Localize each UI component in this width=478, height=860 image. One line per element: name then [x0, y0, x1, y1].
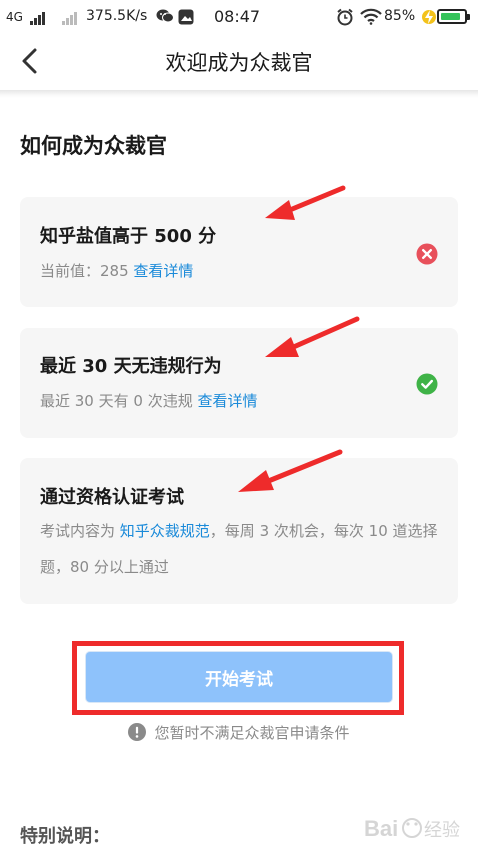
network-type: 4G: [6, 10, 23, 24]
notice-text: 您暂时不满足众裁官申请条件: [154, 724, 350, 742]
requirement-card-score: 知乎盐值高于 500 分 当前值：285 查看详情: [20, 197, 458, 307]
svg-text:Bai: Bai: [364, 816, 398, 841]
signal-icon: [30, 9, 46, 25]
eligibility-notice: 您暂时不满足众裁官申请条件: [0, 722, 478, 743]
requirement-desc-text: 最近 30 天有 0 次违规: [40, 392, 198, 410]
nav-divider: [0, 90, 478, 98]
svg-text:经验: 经验: [424, 820, 460, 841]
requirement-desc: 最近 30 天有 0 次违规 查看详情: [40, 383, 258, 419]
wechat-icon: [156, 8, 174, 28]
close-circle-icon: [416, 243, 438, 265]
view-details-link[interactable]: 查看详情: [133, 262, 193, 280]
requirement-desc-text: 考试内容为: [40, 522, 120, 540]
signal-icon: [62, 9, 78, 25]
page-title: 欢迎成为众裁官: [165, 51, 313, 75]
check-circle-icon: [416, 373, 438, 395]
image-icon: [178, 9, 194, 29]
alarm-icon: [336, 8, 354, 30]
requirement-desc-text: 当前值：285: [40, 262, 134, 280]
start-exam-button[interactable]: 开始考试: [86, 652, 392, 702]
annotation-arrow: [265, 185, 346, 220]
charging-icon: [422, 8, 436, 30]
view-details-link[interactable]: 查看详情: [197, 392, 257, 410]
special-notes-title: 特别说明：: [20, 826, 110, 847]
requirement-title: 通过资格认证考试: [40, 487, 184, 508]
wifi-icon: [360, 8, 382, 29]
section-title: 如何成为众裁官: [20, 134, 167, 158]
exam-rules-link[interactable]: 知乎众裁规范: [120, 522, 210, 540]
annotation-arrow: [238, 449, 343, 492]
clock-time: 08:47: [214, 7, 261, 26]
annotation-arrow: [265, 316, 360, 357]
battery-percent: 85%: [384, 8, 416, 24]
requirement-card-violation: 最近 30 天无违规行为 最近 30 天有 0 次违规 查看详情: [20, 328, 458, 438]
status-bar: 4G 375.5K/s 08:47 85%: [0, 0, 478, 34]
requirement-title: 最近 30 天无违规行为: [40, 356, 222, 377]
requirement-desc: 考试内容为 知乎众裁规范，每周 3 次机会，每次 10 道选择题，80 分以上通…: [40, 513, 445, 585]
battery-icon: [437, 9, 470, 24]
requirement-desc: 当前值：285 查看详情: [40, 253, 193, 289]
info-circle-icon: [128, 723, 147, 741]
nav-bar: 欢迎成为众裁官: [0, 34, 478, 90]
requirement-title: 知乎盐值高于 500 分: [40, 226, 217, 247]
network-speed: 375.5K/s: [86, 8, 148, 24]
baidu-watermark-logo: Bai 经验: [364, 816, 460, 841]
